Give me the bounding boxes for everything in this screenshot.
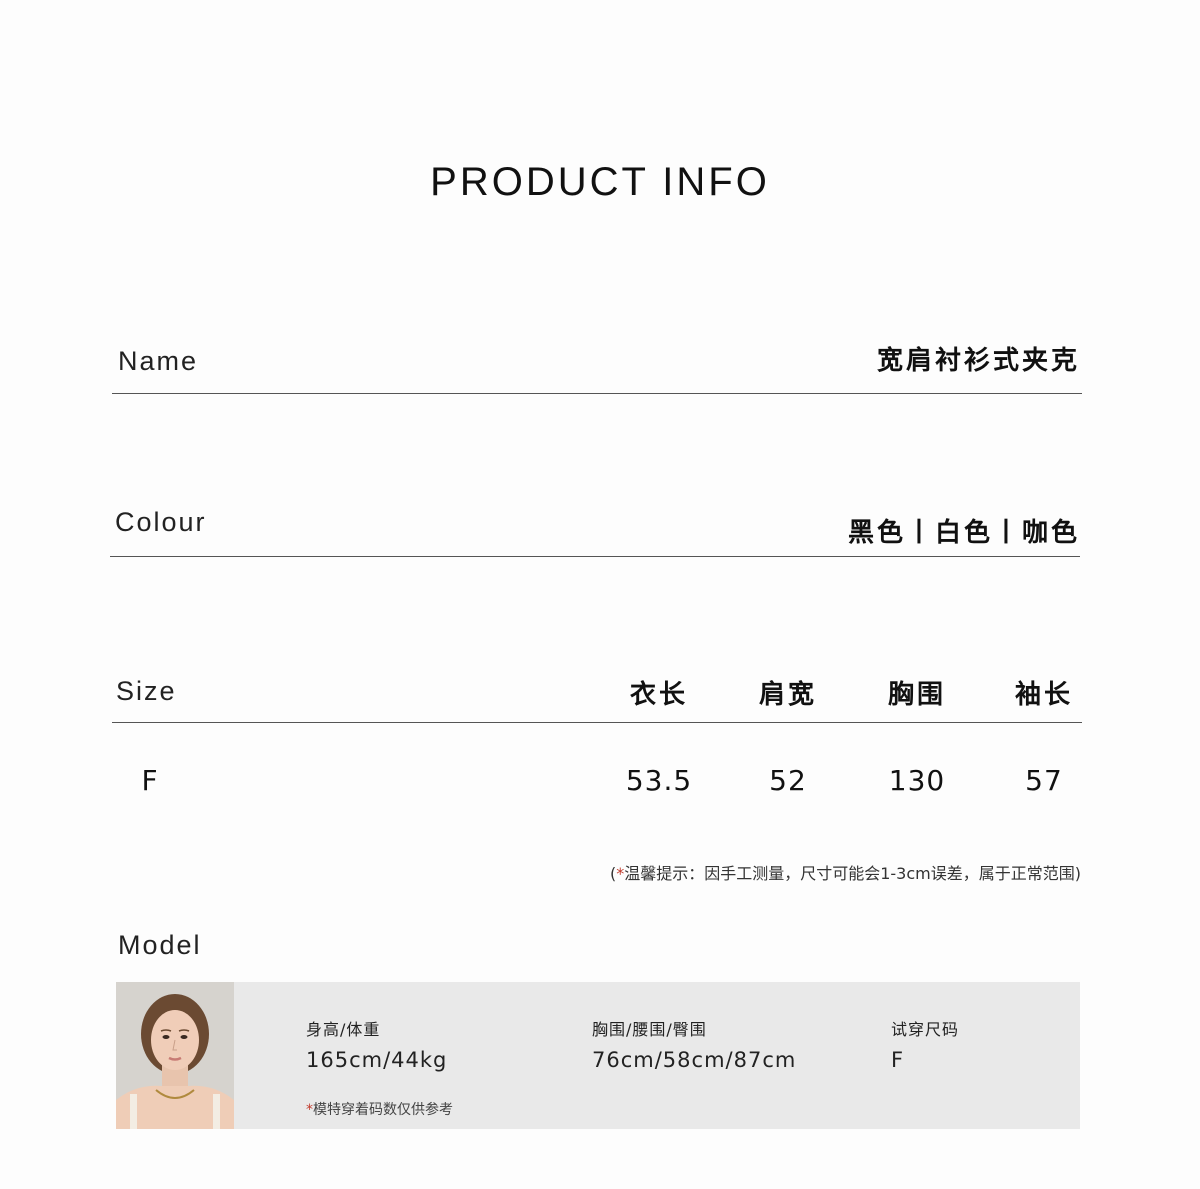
name-divider	[112, 393, 1082, 394]
model-label: Model	[118, 930, 202, 960]
size-col-shoulder: 肩宽	[758, 680, 817, 710]
size-col-sleeve: 袖长	[1014, 680, 1073, 710]
note-text: 温馨提示：因手工测量，尺寸可能会1-3cm误差，属于正常范围	[624, 864, 1075, 883]
model-photo	[116, 982, 234, 1129]
name-label: Name	[118, 346, 199, 376]
size-divider	[112, 722, 1082, 723]
measurements-value: 76cm/58cm/87cm	[592, 1048, 797, 1072]
measurement-note: (*温馨提示：因手工测量，尺寸可能会1-3cm误差，属于正常范围)	[609, 864, 1081, 883]
size-value-chest: 130	[888, 764, 946, 797]
tried-size-value: F	[891, 1048, 905, 1072]
model-size-note: *模特穿着码数仅供参考	[306, 1099, 453, 1119]
size-col-chest: 胸围	[887, 680, 946, 710]
size-value-length: 53.5	[625, 764, 693, 797]
model-photo-illustration	[116, 982, 234, 1129]
model-note-star: *	[306, 1102, 313, 1118]
model-note-text: 模特穿着码数仅供参考	[313, 1102, 453, 1118]
product-name: 宽肩衬衫式夹克	[876, 346, 1080, 376]
colour-label: Colour	[115, 507, 207, 537]
size-col-length: 衣长	[629, 680, 688, 710]
page-title: PRODUCT INFO	[430, 160, 770, 204]
size-value-sleeve: 57	[1025, 764, 1063, 797]
size-label: Size	[116, 676, 177, 706]
height-weight-value: 165cm/44kg	[306, 1048, 448, 1072]
size-name: F	[141, 764, 159, 797]
size-value-shoulder: 52	[769, 764, 807, 797]
colour-divider	[110, 556, 1080, 557]
colour-options: 黑色丨白色丨咖色	[847, 518, 1080, 548]
tried-size-label: 试穿尺码	[891, 1020, 960, 1039]
model-info-panel: 身高/体重 165cm/44kg 胸围/腰围/臀围 76cm/58cm/87cm…	[116, 982, 1080, 1129]
height-weight-label: 身高/体重	[306, 1020, 381, 1039]
measurements-label: 胸围/腰围/臀围	[592, 1020, 707, 1039]
